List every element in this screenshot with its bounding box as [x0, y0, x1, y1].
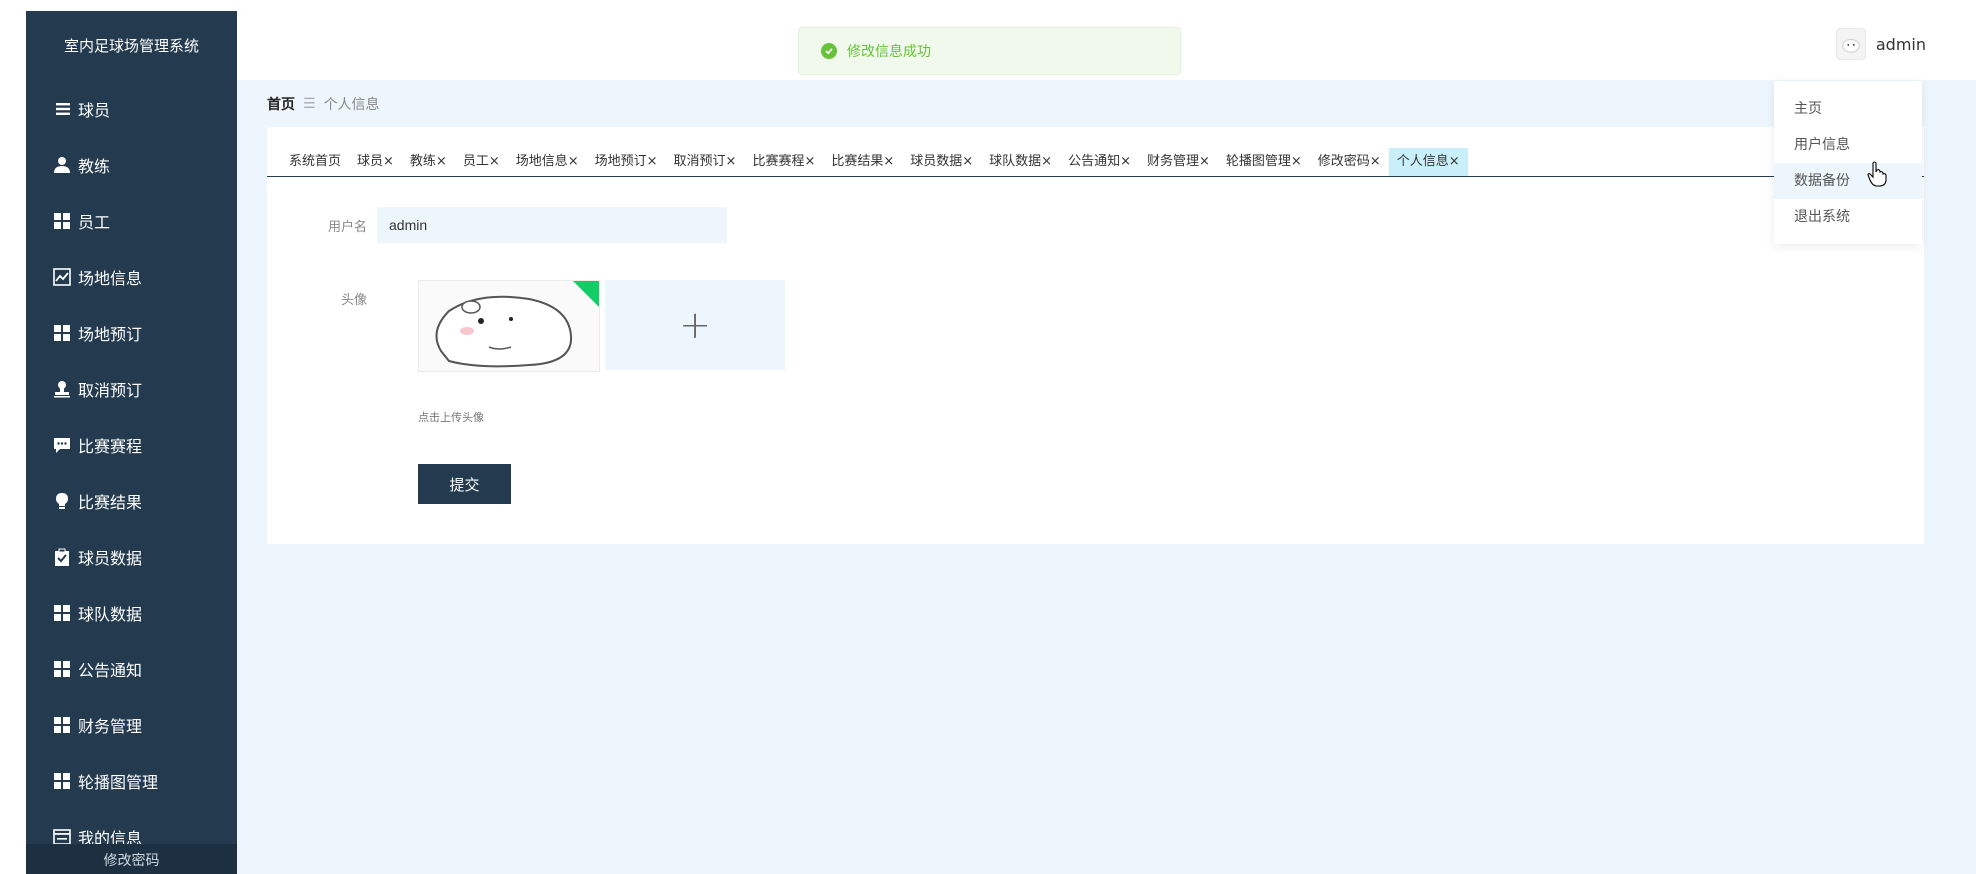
- sidebar-item-7[interactable]: 比赛结果: [26, 473, 237, 529]
- app-title: 室内足球场管理系统: [63, 37, 199, 55]
- bulb-icon: [52, 492, 72, 510]
- sidebar-item-label: 财务管理: [78, 717, 143, 736]
- submit-button[interactable]: 提交: [418, 464, 511, 504]
- username-label: admin: [1875, 34, 1926, 54]
- success-toast: 修改信息成功: [798, 27, 1181, 75]
- sidebar-item-3[interactable]: 场地信息: [26, 249, 237, 305]
- username-input[interactable]: admin: [377, 207, 727, 243]
- clipboard-icon: [52, 548, 72, 566]
- sidebar-item-1[interactable]: 教练: [26, 137, 237, 193]
- tab-8[interactable]: 比赛结果×: [823, 148, 902, 176]
- dropdown-item-2[interactable]: 数据备份: [1774, 163, 1922, 199]
- sidebar-item-label: 比赛结果: [78, 493, 143, 512]
- sidebar: 室内足球场管理系统 球员教练员工场地信息场地预订取消预订比赛赛程比赛结果球员数据…: [26, 11, 237, 874]
- tab-13[interactable]: 轮播图管理×: [1218, 148, 1310, 176]
- sidebar-item-label: 轮播图管理: [78, 773, 159, 792]
- sidebar-nav: 球员教练员工场地信息场地预订取消预订比赛赛程比赛结果球员数据球队数据公告通知财务…: [26, 81, 237, 865]
- sidebar-item-4[interactable]: 场地预订: [26, 305, 237, 361]
- sidebar-item-change-password[interactable]: 修改密码: [26, 844, 237, 874]
- tab-15[interactable]: 个人信息×: [1388, 147, 1468, 176]
- check-circle-icon: [821, 43, 837, 59]
- tab-9[interactable]: 球员数据×: [902, 148, 981, 176]
- tab-7[interactable]: 比赛赛程×: [744, 148, 823, 176]
- user-dropdown-menu: 主页 用户信息 数据备份 退出系统: [1774, 81, 1922, 244]
- tab-6[interactable]: 取消预订×: [666, 148, 745, 176]
- avatar-preview[interactable]: [418, 280, 600, 372]
- upload-button[interactable]: +: [605, 280, 785, 370]
- sidebar-item-label: 球员: [78, 101, 111, 120]
- tab-14[interactable]: 修改密码×: [1310, 148, 1389, 176]
- sidebar-item-8[interactable]: 球员数据: [26, 529, 237, 585]
- grid-icon: [52, 772, 72, 790]
- tab-1[interactable]: 球员×: [349, 148, 402, 176]
- tab-2[interactable]: 教练×: [402, 148, 455, 176]
- sidebar-item-6[interactable]: 比赛赛程: [26, 417, 237, 473]
- hand-cursor-icon: [1867, 161, 1887, 187]
- tab-3[interactable]: 员工×: [455, 148, 508, 176]
- sidebar-item-2[interactable]: 员工: [26, 193, 237, 249]
- breadcrumb: 首页 ☰ 个人信息: [267, 94, 380, 114]
- sidebar-item-0[interactable]: 球员: [26, 81, 237, 137]
- comment-icon: [52, 436, 72, 454]
- menu-icon: ☰: [303, 96, 316, 112]
- sidebar-item-12[interactable]: 轮播图管理: [26, 753, 237, 809]
- sidebar-item-label: 教练: [78, 157, 111, 176]
- main-content: 首页 ☰ 个人信息 系统首页 球员× 教练× 员工× 场地信息× 场地预订× 取消预订× 比赛…: [237, 80, 1976, 874]
- toast-message: 修改信息成功: [847, 44, 931, 60]
- breadcrumb-home[interactable]: 首页: [267, 94, 295, 114]
- profile-card: 系统首页 球员× 教练× 员工× 场地信息× 场地预订× 取消预订× 比赛赛程× 比赛结果× 球员…: [267, 127, 1924, 544]
- grid-icon: [52, 604, 72, 622]
- username-label-text: 用户名: [327, 219, 367, 235]
- bear-image: [419, 281, 599, 371]
- dropdown-item-3[interactable]: 退出系统: [1774, 199, 1922, 235]
- tab-5[interactable]: 场地预订×: [587, 148, 666, 176]
- tab-0[interactable]: 系统首页: [281, 148, 349, 176]
- avatar-icon: [1835, 28, 1866, 60]
- sidebar-item-label: 比赛赛程: [78, 437, 143, 456]
- grid-icon: [52, 212, 72, 230]
- sidebar-item-label: 球员数据: [78, 549, 143, 568]
- sidebar-item-label: 场地信息: [78, 269, 143, 288]
- grid-icon: [52, 716, 72, 734]
- dropdown-item-1[interactable]: 用户信息: [1774, 127, 1922, 163]
- chart-icon: [52, 268, 72, 286]
- tab-11[interactable]: 公告通知×: [1060, 148, 1139, 176]
- sidebar-item-label: 公告通知: [78, 661, 143, 680]
- corner-badge: [573, 281, 599, 307]
- sidebar-item-11[interactable]: 财务管理: [26, 697, 237, 753]
- sidebar-item-10[interactable]: 公告通知: [26, 641, 237, 697]
- dropdown-item-0[interactable]: 主页: [1774, 91, 1922, 127]
- breadcrumb-current: 个人信息: [323, 97, 380, 113]
- sidebar-item-5[interactable]: 取消预订: [26, 361, 237, 417]
- stamp-icon: [52, 380, 72, 398]
- user-menu-trigger[interactable]: admin: [1835, 28, 1926, 60]
- tab-10[interactable]: 球队数据×: [981, 148, 1060, 176]
- sidebar-item-label: 球队数据: [78, 605, 143, 624]
- sidebar-item-label: 员工: [78, 213, 111, 232]
- avatar-label-text: 头像: [340, 293, 367, 308]
- person-icon: [52, 156, 72, 174]
- sidebar-item-label: 场地预订: [78, 325, 143, 344]
- list-icon: [52, 100, 72, 118]
- tab-12[interactable]: 财务管理×: [1139, 148, 1218, 176]
- tab-bar: 系统首页 球员× 教练× 员工× 场地信息× 场地预订× 取消预订× 比赛赛程× 比赛结果× 球员…: [267, 147, 1924, 177]
- sidebar-item-9[interactable]: 球队数据: [26, 585, 237, 641]
- plus-icon: +: [679, 303, 711, 347]
- sidebar-item-label: 取消预订: [78, 381, 143, 400]
- grid-icon: [52, 324, 72, 342]
- username-row: 用户名 admin: [267, 207, 727, 243]
- upload-tip: 点击上传头像: [418, 411, 484, 424]
- avatar-row: 头像: [267, 289, 377, 308]
- tab-4[interactable]: 场地信息×: [508, 148, 587, 176]
- grid-icon: [52, 660, 72, 678]
